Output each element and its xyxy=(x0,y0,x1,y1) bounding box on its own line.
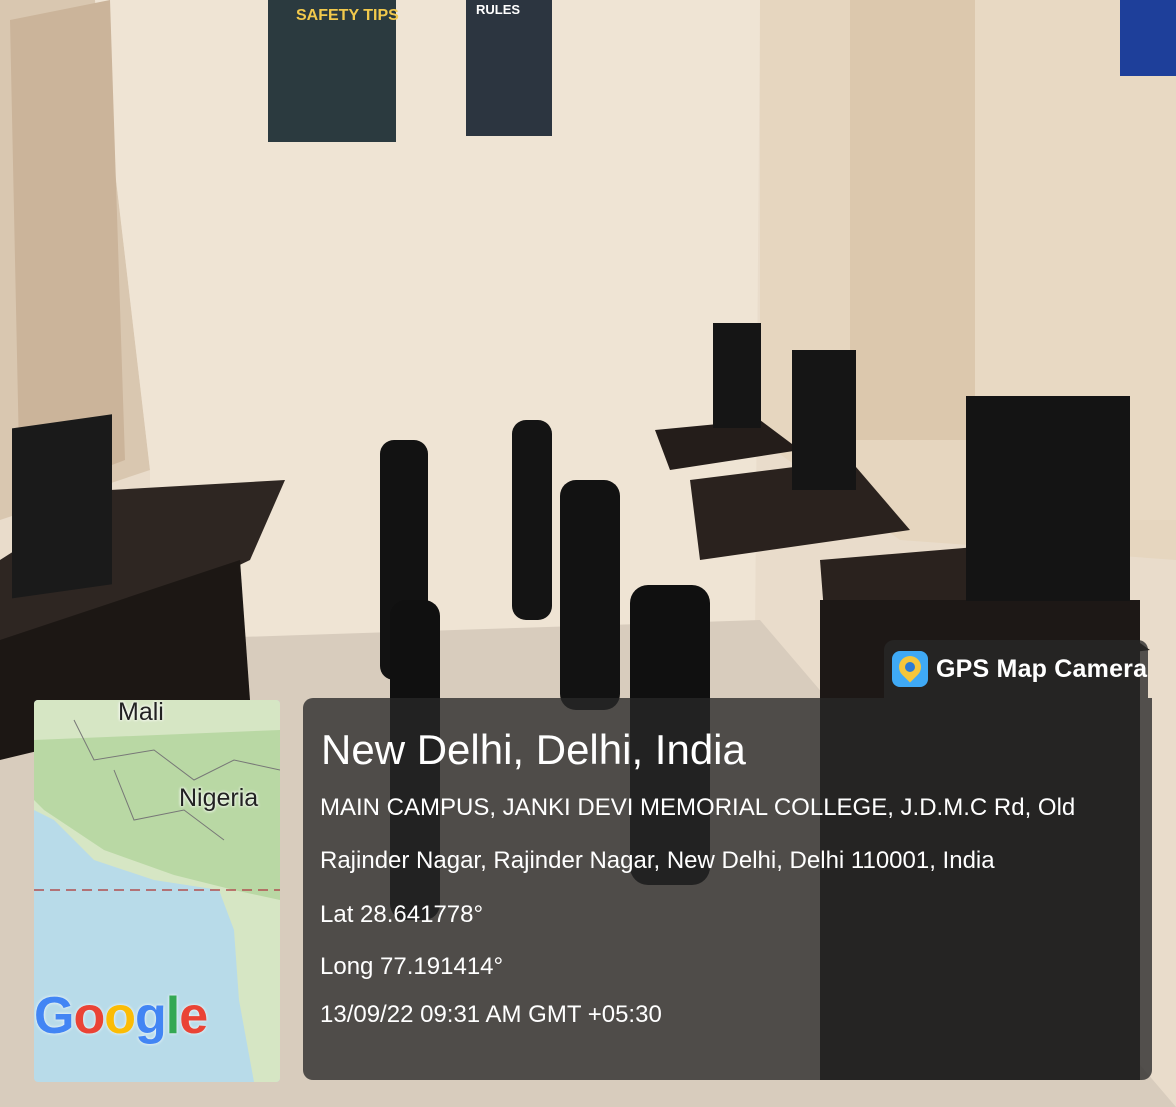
google-logo-letter: e xyxy=(179,987,208,1045)
map-label-mali: Mali xyxy=(118,700,164,726)
location-info-panel: New Delhi, Delhi, India MAIN CAMPUS, JAN… xyxy=(303,698,1152,1080)
google-logo-letter: G xyxy=(34,987,74,1045)
gps-map-camera-icon xyxy=(892,651,928,687)
address-line-1: MAIN CAMPUS, JANKI DEVI MEMORIAL COLLEGE… xyxy=(320,794,1076,821)
timestamp: 13/09/22 09:31 AM GMT +05:30 xyxy=(320,1001,662,1028)
longitude: Long 77.191414° xyxy=(320,953,504,980)
google-logo-letter: o xyxy=(104,987,136,1045)
svg-text:RULES: RULES xyxy=(476,2,520,17)
latitude: Lat 28.641778° xyxy=(320,901,484,928)
google-logo-letter: o xyxy=(73,987,105,1045)
badge-label: GPS Map Camera xyxy=(936,654,1148,683)
svg-text:SAFETY TIPS: SAFETY TIPS xyxy=(296,7,399,24)
location-map-thumbnail: Mali Nigeria Google xyxy=(34,700,280,1082)
place-title: New Delhi, Delhi, India xyxy=(321,726,746,773)
address-line-2: Rajinder Nagar, Rajinder Nagar, New Delh… xyxy=(320,847,995,874)
google-logo-letter: l xyxy=(165,987,180,1045)
gps-map-camera-badge: GPS Map Camera xyxy=(884,640,1148,698)
map-label-nigeria: Nigeria xyxy=(179,784,259,812)
google-logo-letter: g xyxy=(134,987,167,1045)
google-logo: Google xyxy=(34,986,208,1046)
